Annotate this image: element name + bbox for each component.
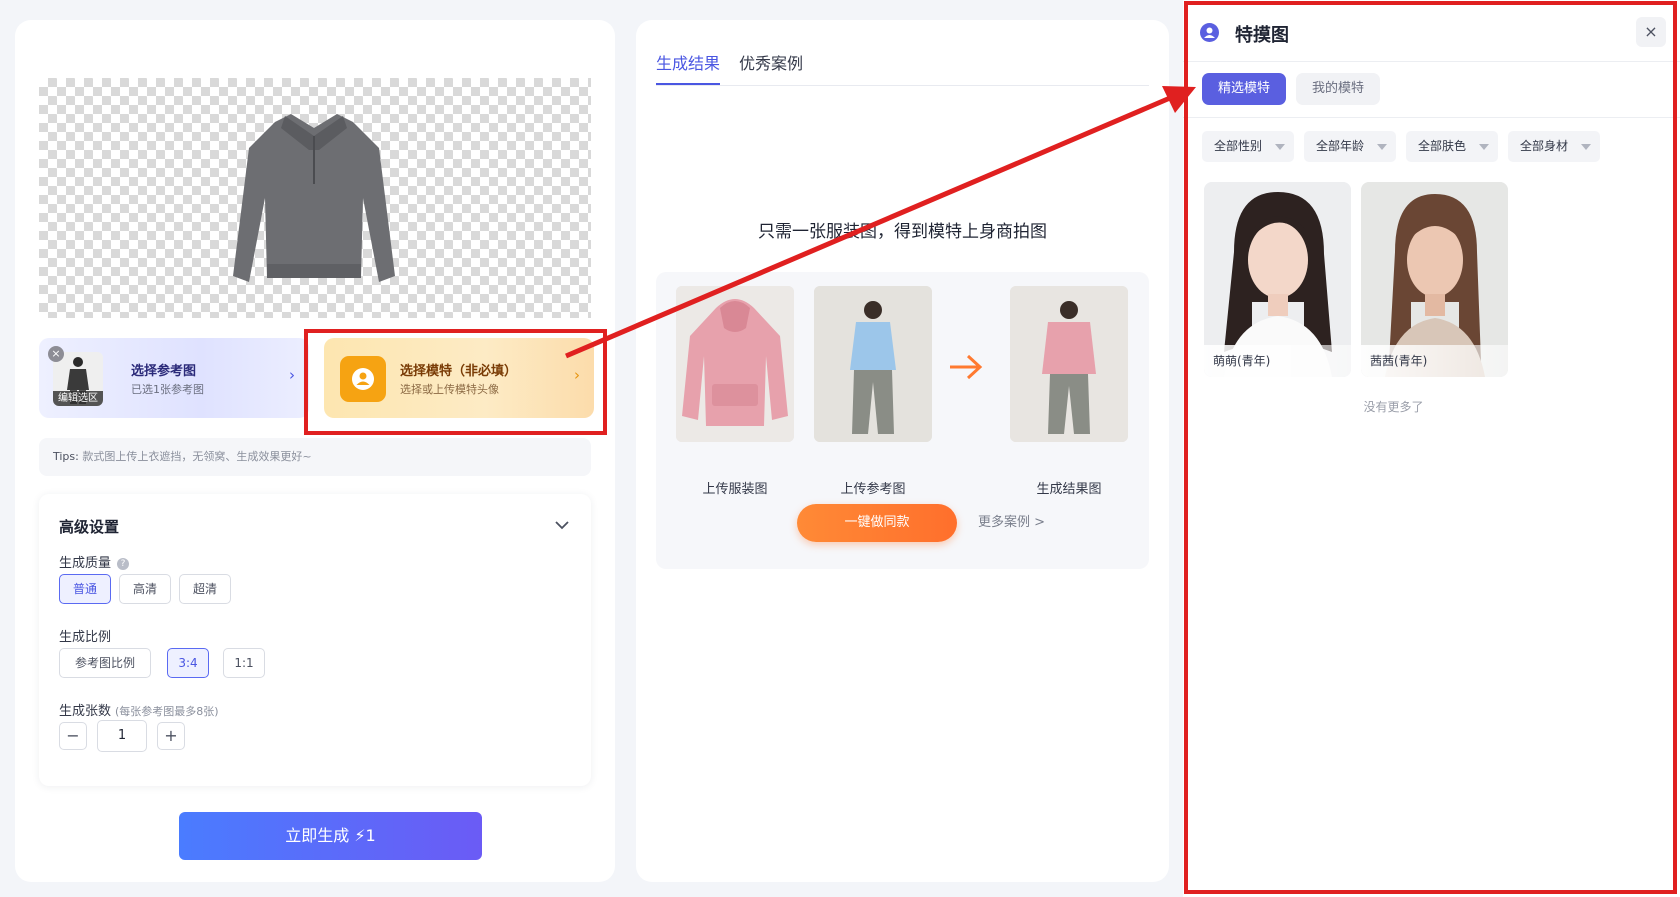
help-icon[interactable]: ?: [117, 558, 130, 570]
chevron-down-icon[interactable]: [553, 516, 571, 534]
tab-featured-models[interactable]: 精选模特: [1202, 73, 1286, 105]
model-name: 茜茜(青年): [1361, 345, 1508, 377]
count-label: 生成张数 (每张参考图最多8张): [59, 704, 219, 719]
chevron-right-icon: ›: [289, 366, 295, 384]
quality-option-normal[interactable]: 普通: [59, 574, 111, 604]
caret-down-icon: [1377, 144, 1387, 150]
caret-down-icon: [1581, 144, 1591, 150]
caption-upload-garment: 上传服装图: [702, 482, 768, 497]
edit-selection-label[interactable]: 编辑选区: [53, 391, 103, 406]
count-input[interactable]: 1: [97, 720, 147, 752]
tab-divider: [656, 85, 1149, 86]
quality-option-uhd[interactable]: 超清: [179, 574, 231, 604]
advanced-settings-title: 高级设置: [59, 518, 120, 536]
reference-card-title: 选择参考图: [131, 364, 197, 379]
ratio-option-1-1[interactable]: 1:1: [223, 648, 265, 678]
tips-label: Tips:: [53, 450, 79, 463]
sweater-image: [233, 114, 395, 282]
tab-my-models[interactable]: 我的模特: [1296, 73, 1380, 105]
tips-text: 款式图上传上衣遮挡，无领窝、生成效果更好~: [82, 450, 312, 463]
select-reference-card[interactable]: 编辑选区 × 选择参考图 已选1张参考图 ›: [39, 338, 309, 418]
garment-demo-image: [676, 286, 794, 442]
chevron-right-icon: ›: [574, 366, 580, 384]
filter-body[interactable]: 全部身材: [1508, 131, 1600, 162]
make-same-button[interactable]: 一键做同款: [797, 504, 957, 542]
advanced-settings: 高级设置 生成质量? 普通 高清 超清 生成比例 参考图比例 3:4 1:1 生…: [39, 494, 591, 786]
middle-panel: 生成结果 优秀案例 只需一张服装图，得到模特上身商拍图 上传服装图 上传参考图 …: [636, 20, 1169, 882]
garment-preview[interactable]: [39, 78, 591, 318]
ratio-option-reference[interactable]: 参考图比例: [59, 648, 151, 678]
filter-skin[interactable]: 全部肤色: [1406, 131, 1498, 162]
more-cases-link[interactable]: 更多案例 >: [978, 504, 1045, 542]
demo-box: 上传服装图 上传参考图 生成结果图 一键做同款 更多案例 >: [656, 272, 1149, 569]
quality-option-hd[interactable]: 高清: [119, 574, 171, 604]
increment-button[interactable]: +: [157, 722, 185, 750]
close-icon[interactable]: ×: [1636, 17, 1666, 47]
model-name: 萌萌(青年): [1204, 345, 1351, 377]
count-note: (每张参考图最多8张): [115, 705, 219, 718]
result-demo-image: [1010, 286, 1128, 442]
decrement-button[interactable]: −: [59, 722, 87, 750]
caption-result: 生成结果图: [1036, 482, 1102, 497]
select-model-card[interactable]: 选择模特（非必填） 选择或上传模特头像 ›: [324, 338, 594, 418]
left-panel: 编辑选区 × 选择参考图 已选1张参考图 › 选择模特（非必填） 选择或上传模特…: [15, 20, 615, 882]
model-card[interactable]: 茜茜(青年): [1361, 182, 1508, 377]
filter-age[interactable]: 全部年龄: [1304, 131, 1396, 162]
generate-button[interactable]: 立即生成 ⚡1: [179, 812, 482, 860]
filter-gender[interactable]: 全部性别: [1202, 131, 1294, 162]
caret-down-icon: [1275, 144, 1285, 150]
model-card-title: 选择模特（非必填）: [400, 364, 518, 379]
caption-upload-reference: 上传参考图: [840, 482, 906, 497]
ratio-label: 生成比例: [59, 630, 112, 645]
divider: [1183, 61, 1680, 62]
user-circle-icon: [1200, 23, 1219, 42]
tips-bar: Tips: 款式图上传上衣遮挡，无领窝、生成效果更好~: [39, 438, 591, 476]
remove-reference-icon[interactable]: ×: [48, 346, 64, 362]
arrow-right-icon: [950, 354, 983, 380]
reference-card-subtitle: 已选1张参考图: [131, 383, 204, 396]
divider: [1183, 117, 1680, 118]
headline: 只需一张服装图，得到模特上身商拍图: [758, 222, 1047, 242]
caret-down-icon: [1479, 144, 1489, 150]
drawer-title: 特摸图: [1235, 25, 1289, 46]
tab-results[interactable]: 生成结果: [656, 50, 720, 74]
model-card-subtitle: 选择或上传模特头像: [400, 383, 499, 396]
model-card[interactable]: 萌萌(青年): [1204, 182, 1351, 377]
user-icon: [340, 356, 386, 402]
ratio-option-3-4[interactable]: 3:4: [167, 648, 209, 678]
active-tab-indicator: [656, 83, 720, 85]
quality-label: 生成质量?: [59, 552, 130, 571]
tab-showcase[interactable]: 优秀案例: [739, 50, 803, 74]
model-drawer: 特摸图 × 精选模特 我的模特 全部性别 全部年龄 全部肤色 全部身材 萌萌(青…: [1183, 0, 1680, 897]
reference-demo-image: [814, 286, 932, 442]
no-more-text: 没有更多了: [1363, 400, 1424, 414]
